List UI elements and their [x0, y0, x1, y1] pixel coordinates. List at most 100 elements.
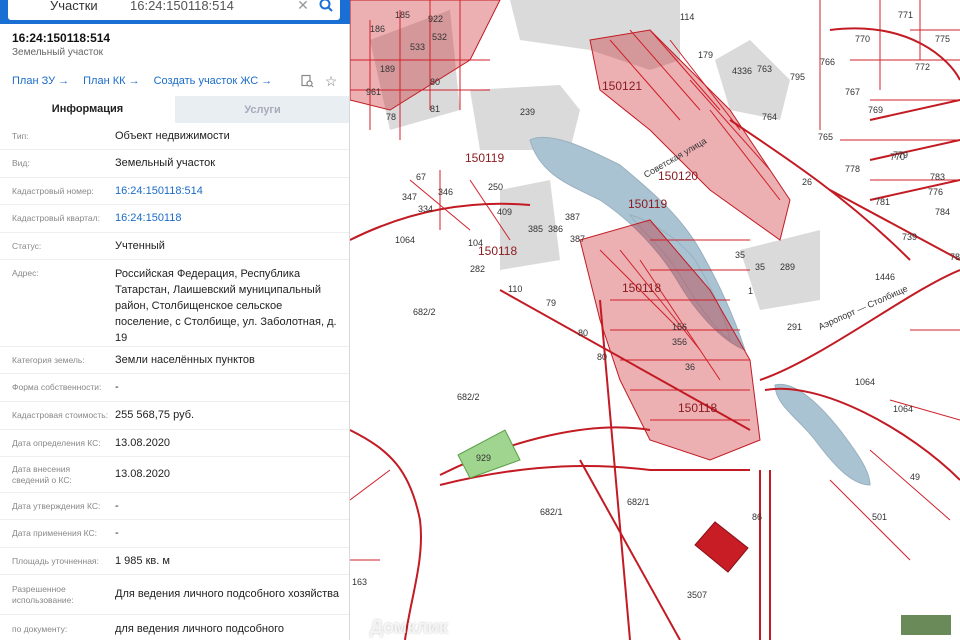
- info-row-type: Тип: Объект недвижимости: [0, 123, 349, 150]
- parcel-label: 682/2: [413, 307, 436, 317]
- parcel-label: 385: [528, 224, 543, 234]
- info-label: Дата утверждения КС:: [12, 500, 101, 511]
- parcel-label: 356: [672, 337, 687, 347]
- cadastral-number-link[interactable]: 16:24:150118:514: [115, 178, 349, 204]
- info-row-land-category: Категория земель: Земли населённых пункт…: [0, 347, 349, 374]
- parcel-label: 185: [395, 10, 410, 20]
- parcel-label: 80: [578, 328, 588, 338]
- quarter-label: 150118: [678, 401, 717, 415]
- info-value: 13.08.2020: [115, 468, 171, 480]
- quarter-label: 150119: [465, 151, 504, 165]
- parcel-label: 922: [428, 14, 443, 24]
- info-value: Российская Федерация, Республика Татарст…: [115, 268, 337, 344]
- info-label: Дата применения КС:: [12, 528, 98, 538]
- search-box[interactable]: Участки 16:24:150118:514 ✕: [8, 0, 340, 20]
- parcel-label: 67: [416, 172, 426, 182]
- info-label: Адрес:: [12, 268, 39, 278]
- parcel-label: 35: [755, 262, 765, 272]
- parcel-label: 239: [520, 107, 535, 117]
- parcel-label: 682/1: [540, 507, 563, 517]
- parcel-label: 189: [380, 64, 395, 74]
- info-label: Тип:: [12, 130, 29, 141]
- info-row-ownership: Форма собственности: -: [0, 374, 349, 402]
- parcel-label: 795: [790, 72, 805, 82]
- info-value: 13.08.2020: [115, 436, 171, 449]
- info-value: 1 985 кв. м: [115, 554, 170, 567]
- quarter-label: 150121: [602, 79, 642, 93]
- cadastral-map[interactable]: 114 770 775 771 772 795 766 767 764 769 765 770 778 7…: [350, 0, 960, 640]
- parcel-label: 347: [402, 192, 417, 202]
- map-canvas[interactable]: 114770 7757717727957667677647697657707787…: [350, 0, 960, 640]
- parcel-label: 79: [546, 298, 556, 308]
- minimap-thumbnail[interactable]: [900, 614, 952, 636]
- parcel-boundary: [350, 469, 391, 501]
- parcel-label: 778: [845, 164, 860, 174]
- info-label: Кадастровый номер:: [12, 185, 94, 196]
- parcel-label: 929: [476, 453, 491, 463]
- parcel-label: 80: [597, 352, 607, 362]
- parcel-label: 775: [935, 34, 950, 44]
- info-value: Учтенный: [115, 239, 165, 252]
- info-label: Категория земель:: [12, 354, 85, 365]
- domclick-watermark: Домклик: [370, 617, 448, 637]
- search-icon[interactable]: [312, 0, 340, 12]
- info-row-status: Статус: Учтенный: [0, 233, 349, 260]
- parcel-label: 86: [752, 512, 762, 522]
- info-row-ks-date: Дата определения КС: 13.08.2020: [0, 430, 349, 457]
- info-row-permitted-use: Разрешенное использование: Для ведения л…: [0, 575, 349, 615]
- parcel-label: 387: [565, 212, 580, 222]
- create-parcel-link[interactable]: Создать участок ЖС →: [154, 75, 273, 87]
- search-input[interactable]: 16:24:150118:514: [130, 0, 294, 13]
- info-row-ks-entry-date: Дата внесения сведений о КС: 13.08.2020: [0, 457, 349, 493]
- info-row-by-document: по документу: для ведения личного подсоб…: [0, 615, 349, 640]
- action-links: План ЗУ → План КК → Создать участок ЖС →: [12, 75, 272, 87]
- parcel-label: 250: [488, 182, 503, 192]
- info-label: Площадь уточненная:: [12, 555, 99, 566]
- favorite-star-icon[interactable]: ☆: [323, 73, 339, 89]
- parcel-label: 3507: [687, 590, 707, 600]
- cadastral-quarter-link[interactable]: 16:24:150118: [115, 205, 349, 232]
- tab-services[interactable]: Услуги: [175, 96, 349, 123]
- report-icon[interactable]: [299, 73, 315, 89]
- parcel-label: 776: [928, 187, 943, 197]
- parcel-label: 1: [748, 286, 753, 296]
- parcel-label: 787: [950, 252, 960, 262]
- highlight-parcel[interactable]: [694, 521, 749, 573]
- parcel-label: 179: [698, 50, 713, 60]
- parcel-label: 682/2: [457, 392, 480, 402]
- parcel-label: 346: [438, 187, 453, 197]
- parcel-label: 784: [935, 207, 950, 217]
- info-row-ks-application-date: Дата применения КС: -: [0, 520, 349, 548]
- object-kind: Земельный участок: [12, 47, 104, 58]
- parcel-label: 769: [868, 105, 883, 115]
- parcel-label: 501: [872, 512, 887, 522]
- parcel-label: 156: [672, 322, 687, 332]
- tab-bar: Информация Услуги: [0, 96, 349, 123]
- parcel-label: 110: [508, 284, 522, 294]
- parcel-label: 771: [898, 10, 913, 20]
- top-bar: Участки 16:24:150118:514 ✕: [0, 0, 350, 24]
- parcel-label: 114: [680, 12, 694, 22]
- parcel-label: 289: [780, 262, 795, 272]
- parcel-label: 763: [757, 64, 772, 74]
- clear-icon[interactable]: ✕: [294, 0, 312, 14]
- info-value: для ведения личного подсобного: [115, 623, 285, 635]
- info-label: Вид:: [12, 158, 30, 168]
- parcel-label: 1064: [855, 377, 875, 387]
- info-label: Статус:: [12, 240, 42, 251]
- quarter-label: 150120: [658, 169, 698, 183]
- plan-zu-link[interactable]: План ЗУ →: [12, 75, 69, 87]
- tab-information[interactable]: Информация: [0, 96, 175, 123]
- search-type-select[interactable]: Участки: [8, 0, 130, 13]
- parcel-label: 779: [893, 150, 908, 160]
- plan-kk-link[interactable]: План КК →: [83, 75, 139, 87]
- parcel-label: 772: [915, 62, 930, 72]
- info-value: -: [115, 499, 119, 512]
- parcel-label: 386: [548, 224, 563, 234]
- parcel-label: 764: [762, 112, 777, 122]
- parcel-label: 770: [855, 34, 870, 44]
- parcel-label: 765: [818, 132, 833, 142]
- info-value: Для ведения личного подсобного хозяйства: [115, 588, 339, 600]
- parcel-label: 282: [470, 264, 485, 274]
- info-row-cadastral-number: Кадастровый номер: 16:24:150118:514: [0, 178, 349, 205]
